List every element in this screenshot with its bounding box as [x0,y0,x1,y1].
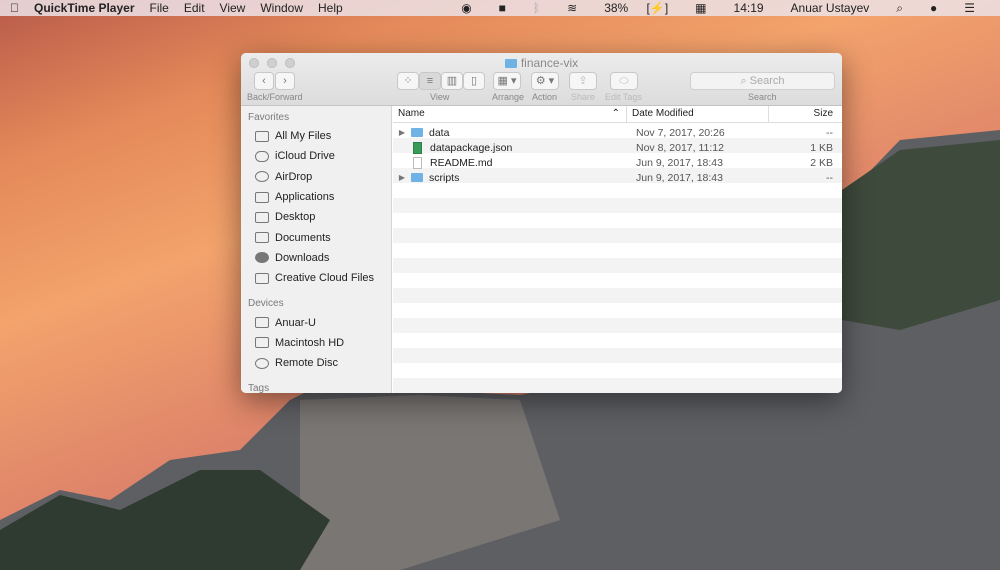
folder-icon [411,173,423,182]
applications-icon [255,191,269,203]
battery-status[interactable]: 38% [⚡] [604,1,668,15]
file-list: Name ⌃ Date Modified Size ▶ data Nov 7, 201… [393,106,842,393]
favorites-header: Favorites [248,112,290,123]
menu-app[interactable]: QuickTime Player [34,1,135,15]
sidebar-item-desktop[interactable]: Desktop [241,207,391,227]
menu-help[interactable]: Help [318,1,343,15]
menu-edit[interactable]: Edit [184,1,205,15]
sidebar-item-airdrop[interactable]: AirDrop [241,167,391,187]
sidebar-item-macintosh-hd[interactable]: Macintosh HD [241,333,391,353]
disk-icon [255,337,269,349]
downloads-icon [255,252,269,264]
siri-icon[interactable]: ● [930,1,937,15]
record-icon[interactable]: ◉ [461,1,471,15]
spotlight-icon[interactable]: ⌕ [896,1,903,16]
sort-ascending-icon: ⌃ [611,108,620,119]
column-size[interactable]: Size [769,106,842,122]
menu-view[interactable]: View [220,1,246,15]
document-icon [413,156,422,169]
toolbar: finance-vix ‹ › Back/Forward ⁘ ≡ ▥ ▯ Vie… [241,53,842,106]
desktop-icon [255,211,269,223]
folder-icon [504,59,517,68]
arrange-button[interactable]: ▦ ▾ [493,72,521,90]
search-label: Search [748,92,777,102]
menu-bar:  QuickTime Player File Edit View Window… [0,0,1000,16]
coverflow-view-button[interactable]: ▯ [463,72,485,90]
menu-window[interactable]: Window [260,1,303,15]
folder-icon [411,128,423,137]
notification-center-icon[interactable]: ☰ [964,1,975,15]
user-name[interactable]: Anuar Ustayev [791,1,870,15]
clock[interactable]: 14:19 [734,1,764,15]
devices-header: Devices [248,298,284,310]
flag-icon[interactable]: ▦ [695,1,706,15]
cloud-icon [255,150,269,162]
airdrop-icon [255,171,269,183]
disc-icon [255,357,269,369]
sidebar-item-applications[interactable]: Applications [241,187,391,207]
sidebar-item-documents[interactable]: Documents [241,227,391,247]
tag-icon[interactable]: ⬭ [610,72,638,90]
back-forward-label: Back/Forward [247,92,303,102]
disclosure-triangle-icon[interactable]: ▶ [393,173,411,182]
list-header: Name ⌃ Date Modified Size [393,106,842,123]
app-icon[interactable]: ■ [499,1,506,15]
menu-file[interactable]: File [150,1,169,15]
bluetooth-icon[interactable]: ᛒ [533,1,540,15]
sidebar-item-creative-cloud-files[interactable]: Creative Cloud Files [241,268,391,288]
sidebar-item-remote-disc[interactable]: Remote Disc [241,353,391,373]
battery-percent: 38% [604,1,629,15]
json-file-icon [413,141,422,154]
finder-window: finance-vix ‹ › Back/Forward ⁘ ≡ ▥ ▯ Vie… [241,53,842,393]
action-gear-icon[interactable]: ⚙ ▾ [531,72,559,90]
sidebar: Favorites All My Files iCloud Drive AirD… [241,106,392,393]
action-label: Action [532,92,558,102]
column-date-modified[interactable]: Date Modified [627,106,769,122]
forward-button[interactable]: › [275,72,295,90]
documents-icon [255,232,269,244]
window-title: finance-vix [241,56,842,70]
all-files-icon [255,130,269,142]
file-row-datapackage[interactable]: datapackage.json Nov 8, 2017, 11:12 1 KB [393,140,842,155]
tags-header: Tags [248,383,270,393]
file-row-scripts[interactable]: ▶ scripts Jun 9, 2017, 18:43 -- [393,170,842,185]
icon-view-button[interactable]: ⁘ [397,72,419,90]
edit-tags-label: Edit Tags [605,92,642,102]
column-view-button[interactable]: ▥ [441,72,463,90]
sidebar-item-downloads[interactable]: Downloads [241,248,391,268]
view-label: View [430,92,450,102]
back-button[interactable]: ‹ [254,72,274,90]
arrange-label: Arrange [492,92,525,102]
folder-icon [255,272,269,284]
wifi-icon[interactable]: ≋ [567,1,577,15]
file-row-readme[interactable]: README.md Jun 9, 2017, 18:43 2 KB [393,155,842,170]
apple-icon[interactable]:  [10,1,19,15]
list-view-button[interactable]: ≡ [419,72,441,90]
sidebar-item-all-my-files[interactable]: All My Files [241,126,391,146]
laptop-icon [255,317,269,329]
share-label: Share [571,92,596,102]
column-name[interactable]: Name ⌃ [393,106,627,122]
file-row-data[interactable]: ▶ data Nov 7, 2017, 20:26 -- [393,125,842,140]
sidebar-item-icloud-drive[interactable]: iCloud Drive [241,146,391,166]
sidebar-item-anuar-u[interactable]: Anuar-U [241,312,391,332]
disclosure-triangle-icon[interactable]: ▶ [393,128,411,137]
share-icon[interactable]: ⇪ [569,72,597,90]
search-input[interactable]: ⌕ Search [690,72,835,90]
